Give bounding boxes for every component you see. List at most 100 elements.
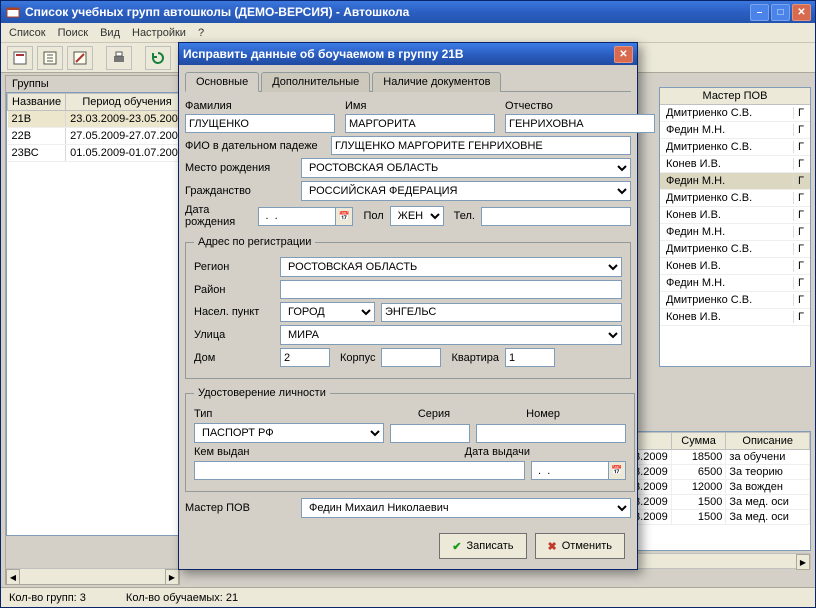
toolbar-btn-3[interactable]	[67, 46, 93, 70]
label-district: Район	[194, 284, 274, 296]
master-select[interactable]: Федин Михаил Николаевич	[301, 498, 631, 518]
patronymic-input[interactable]	[505, 114, 655, 133]
masters-list[interactable]: Мастер ПОВ Дмитриенко С.В.ГФедин М.Н.ГДм…	[659, 87, 811, 367]
label-patronymic: Отчество	[505, 100, 655, 112]
region-select[interactable]: РОСТОВСКАЯ ОБЛАСТЬ	[280, 257, 622, 277]
group-row[interactable]: 22В27.05.2009-27.07.2009	[8, 128, 180, 145]
pay-col-1: Сумма	[671, 433, 726, 450]
master-row[interactable]: Федин М.Н.Г	[660, 173, 810, 190]
menu-help[interactable]: ?	[198, 27, 204, 39]
master-row[interactable]: Дмитриенко С.В.Г	[660, 190, 810, 207]
fio-dat-input[interactable]	[331, 136, 631, 155]
label-building: Корпус	[340, 352, 375, 364]
sex-select[interactable]: ЖЕН	[390, 206, 444, 226]
building-input[interactable]	[381, 348, 441, 367]
birthplace-select[interactable]: РОСТОВСКАЯ ОБЛАСТЬ	[301, 158, 631, 178]
dialog-title: Исправить данные об боучаемом в группу 2…	[183, 47, 614, 61]
id-date-picker-icon[interactable]: 📅	[608, 461, 626, 480]
phone-input[interactable]	[481, 207, 631, 226]
label-master: Мастер ПОВ	[185, 502, 295, 514]
citizenship-select[interactable]: РОССИЙСКАЯ ФЕДЕРАЦИЯ	[301, 181, 631, 201]
minimize-button[interactable]: –	[750, 4, 769, 21]
label-region: Регион	[194, 261, 274, 273]
dialog-close-button[interactable]: ✕	[614, 46, 633, 63]
dialog-titlebar: Исправить данные об боучаемом в группу 2…	[179, 43, 637, 65]
groups-col-name: Название	[8, 94, 66, 111]
payment-row[interactable]: 03.20091500За мед. оси	[613, 495, 810, 510]
id-series-input[interactable]	[390, 424, 470, 443]
payment-row[interactable]: 03.20096500За теорию	[613, 465, 810, 480]
label-street: Улица	[194, 329, 274, 341]
firstname-input[interactable]	[345, 114, 495, 133]
dialog-body: Основные Дополнительные Наличие документ…	[179, 65, 637, 569]
tab-docs[interactable]: Наличие документов	[372, 72, 501, 92]
group-row[interactable]: 21В23.03.2009-23.05.2009	[8, 111, 180, 128]
flat-input[interactable]	[505, 348, 555, 367]
right-hscroll[interactable]: ◀▶	[611, 553, 811, 569]
toolbar-print-button[interactable]	[106, 46, 132, 70]
group-row[interactable]: 23ВС01.05.2009-01.07.2008	[8, 145, 180, 162]
scroll-right-icon[interactable]: ▶	[796, 554, 810, 570]
maximize-button[interactable]: □	[771, 4, 790, 21]
status-groups: Кол-во групп: 3	[9, 592, 86, 604]
house-input[interactable]	[280, 348, 330, 367]
tab-main[interactable]: Основные	[185, 72, 259, 92]
menu-search[interactable]: Поиск	[58, 27, 88, 39]
id-date-input[interactable]	[531, 461, 609, 480]
payment-row[interactable]: 03.20091500За мед. оси	[613, 510, 810, 525]
payments-grid[interactable]: Сумма Описание 03.200918500за обучени03.…	[611, 431, 811, 551]
close-button[interactable]: ✕	[792, 4, 811, 21]
groups-hscroll[interactable]: ◀ ▶	[6, 568, 179, 584]
master-row[interactable]: Дмитриенко С.В.Г	[660, 292, 810, 309]
master-row[interactable]: Конев И.В.Г	[660, 309, 810, 326]
menu-view[interactable]: Вид	[100, 27, 120, 39]
address-legend: Адрес по регистрации	[194, 236, 315, 248]
toolbar-btn-1[interactable]	[7, 46, 33, 70]
x-icon: ✖	[548, 540, 557, 553]
label-citizenship: Гражданство	[185, 185, 295, 197]
master-row[interactable]: Конев И.В.Г	[660, 207, 810, 224]
save-button[interactable]: ✔Записать	[439, 533, 526, 559]
master-row[interactable]: Конев И.В.Г	[660, 258, 810, 275]
settlement-type-select[interactable]: ГОРОД	[280, 302, 375, 322]
master-row[interactable]: Дмитриенко С.В.Г	[660, 139, 810, 156]
tab-extra[interactable]: Дополнительные	[261, 72, 370, 92]
cancel-button[interactable]: ✖Отменить	[535, 533, 625, 559]
lastname-input[interactable]	[185, 114, 335, 133]
master-row[interactable]: Федин М.Н.Г	[660, 275, 810, 292]
master-row[interactable]: Федин М.Н.Г	[660, 122, 810, 139]
birthdate-input[interactable]	[258, 207, 336, 226]
payment-row[interactable]: 03.200918500за обучени	[613, 450, 810, 465]
master-row[interactable]: Конев И.В.Г	[660, 156, 810, 173]
district-input[interactable]	[280, 280, 622, 299]
toolbar-refresh-button[interactable]	[145, 46, 171, 70]
id-number-input[interactable]	[476, 424, 626, 443]
status-students: Кол-во обучаемых: 21	[126, 592, 238, 604]
menu-list[interactable]: Список	[9, 27, 46, 39]
app-icon	[5, 4, 21, 20]
street-select[interactable]: МИРА	[280, 325, 622, 345]
payment-row[interactable]: 03.200912000За вожден	[613, 480, 810, 495]
settlement-name-input[interactable]	[381, 303, 622, 322]
master-row[interactable]: Дмитриенко С.В.Г	[660, 105, 810, 122]
id-legend: Удостоверение личности	[194, 387, 330, 399]
pay-col-2: Описание	[726, 433, 810, 450]
id-issuer-input[interactable]	[194, 461, 525, 480]
master-row[interactable]: Федин М.Н.Г	[660, 224, 810, 241]
label-house: Дом	[194, 352, 274, 364]
groups-grid[interactable]: Название Период обучения 21В23.03.2009-2…	[6, 92, 179, 536]
app-titlebar: Список учебных групп автошколы (ДЕМО-ВЕР…	[1, 1, 815, 23]
student-edit-dialog: Исправить данные об боучаемом в группу 2…	[178, 42, 638, 570]
id-group: Удостоверение личности Тип Серия Номер П…	[185, 387, 635, 492]
id-type-select[interactable]: ПАСПОРТ РФ	[194, 423, 384, 443]
address-group: Адрес по регистрации Регион РОСТОВСКАЯ О…	[185, 236, 631, 379]
scroll-left-icon[interactable]: ◀	[6, 569, 20, 585]
label-phone: Тел.	[454, 210, 475, 222]
toolbar-btn-2[interactable]	[37, 46, 63, 70]
scroll-right-icon[interactable]: ▶	[165, 569, 179, 585]
master-row[interactable]: Дмитриенко С.В.Г	[660, 241, 810, 258]
menubar: Список Поиск Вид Настройки ?	[1, 23, 815, 43]
birthdate-picker-icon[interactable]: 📅	[335, 207, 353, 226]
check-icon: ✔	[452, 540, 461, 553]
menu-settings[interactable]: Настройки	[132, 27, 186, 39]
